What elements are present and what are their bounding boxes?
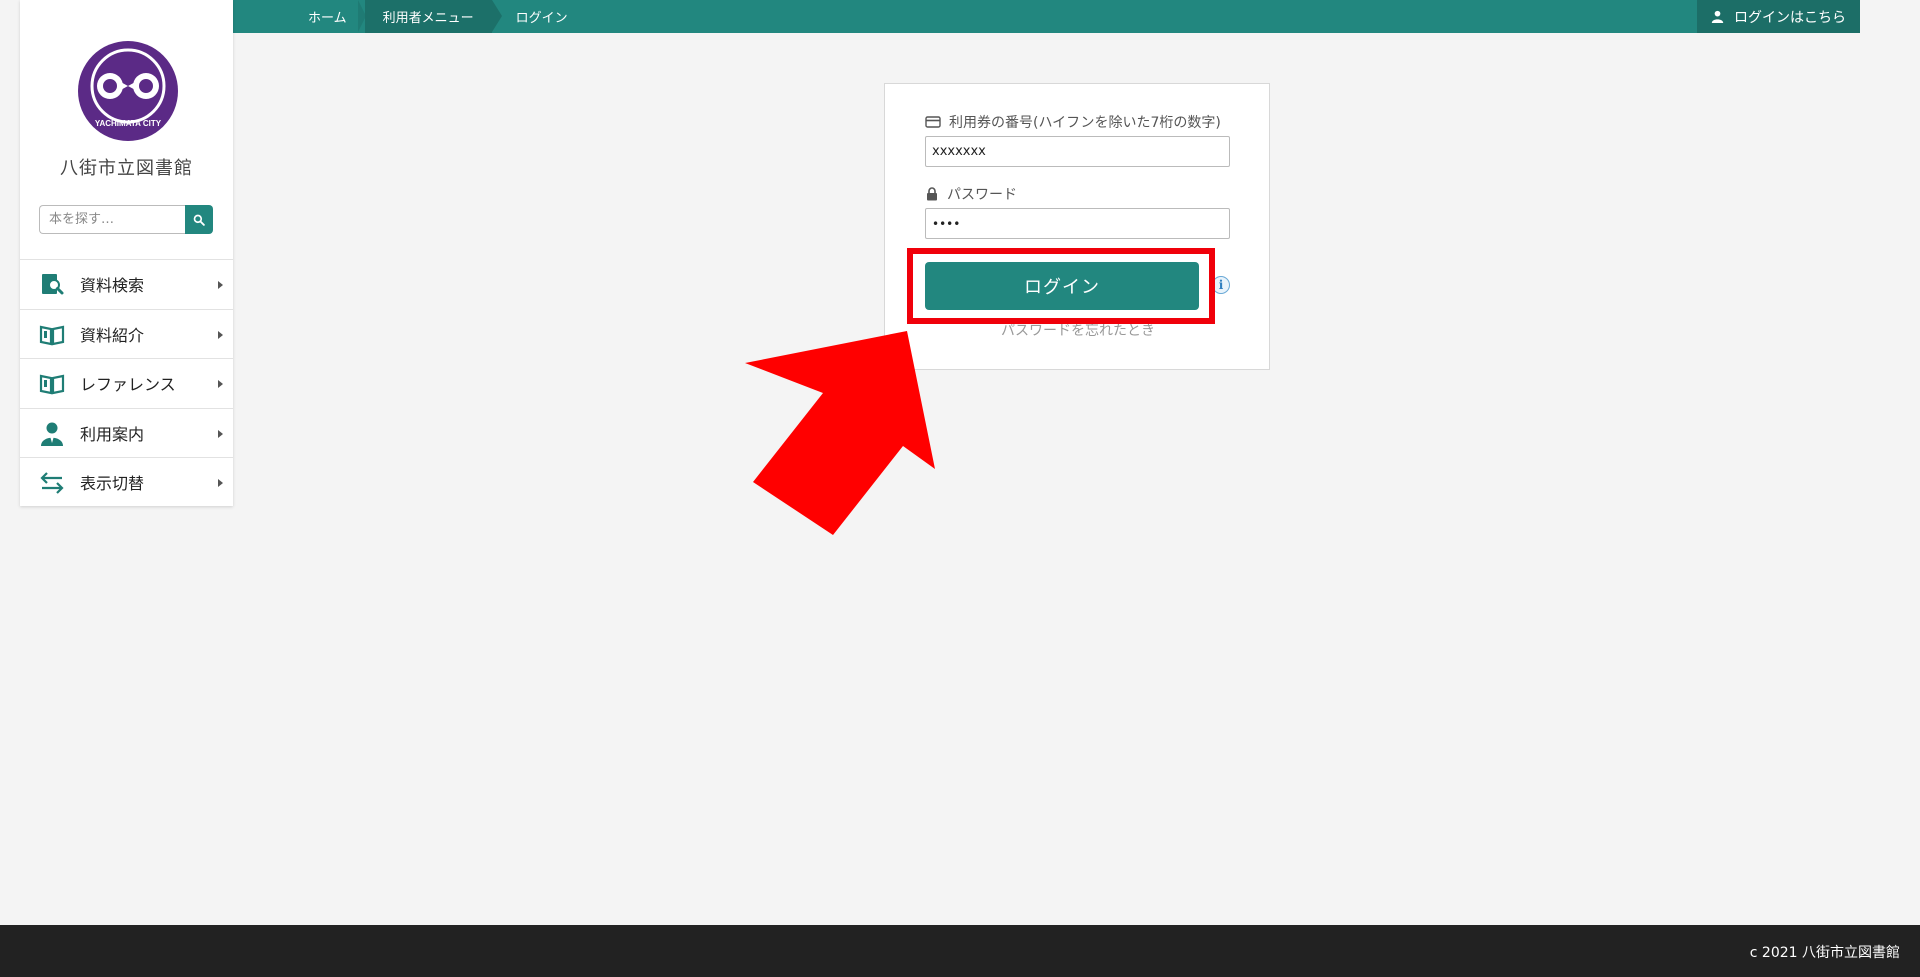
- breadcrumb-home[interactable]: ホーム: [290, 0, 366, 33]
- caret-right-icon: [218, 380, 223, 388]
- search-icon: [193, 214, 205, 226]
- pointer-arrow-icon: [745, 331, 935, 535]
- credit-card-icon: [925, 116, 941, 128]
- password-label: パスワード: [925, 184, 1017, 204]
- sidebar-item-usage-guide[interactable]: 利用案内: [20, 407, 233, 458]
- breadcrumb: ホーム 利用者メニュー ログイン: [290, 0, 586, 33]
- sidebar-item-material-intro[interactable]: 資料紹介: [20, 308, 233, 359]
- caret-right-icon: [218, 479, 223, 487]
- card-number-label: 利用券の番号(ハイフンを除いた7桁の数字): [925, 112, 1221, 132]
- city-logo[interactable]: YACHIMATA CITY: [77, 40, 179, 142]
- caret-right-icon: [218, 330, 223, 339]
- library-name: 八街市立図書館: [60, 158, 193, 179]
- document-search-icon: [42, 274, 64, 295]
- sidebar-item-reference[interactable]: レファレンス: [20, 358, 233, 408]
- sidebar-item-label: 利用案内: [80, 424, 145, 444]
- sidebar-item-label: 表示切替: [80, 474, 145, 494]
- open-book-icon: [39, 374, 65, 395]
- caret-right-icon: [218, 281, 223, 289]
- search-box: [39, 205, 213, 234]
- breadcrumb-login: ログイン: [515, 11, 568, 26]
- password-input[interactable]: ••••: [925, 208, 1230, 239]
- open-book-icon: [39, 325, 65, 345]
- top-bar: ホーム 利用者メニュー ログイン ログインはこちら: [0, 0, 1920, 33]
- login-link-label: ログインはこちら: [1734, 9, 1846, 26]
- login-link[interactable]: ログインはこちら: [1697, 0, 1860, 33]
- person-icon: [41, 422, 63, 446]
- sidebar: YACHIMATA CITY 八街市立図書館 資料検索: [20, 0, 233, 506]
- sidebar-item-label: レファレンス: [80, 375, 176, 395]
- logo-text: YACHIMATA CITY: [95, 119, 162, 128]
- sidebar-item-display-switch[interactable]: 表示切替: [20, 457, 233, 507]
- highlight-box: [907, 248, 1215, 324]
- swap-arrows-icon: [40, 472, 64, 494]
- copyright-text: c 2021 八街市立図書館: [1749, 945, 1900, 961]
- sidebar-item-label: 資料紹介: [80, 325, 145, 345]
- card-number-input[interactable]: xxxxxxx: [925, 136, 1230, 167]
- breadcrumb-user-menu[interactable]: 利用者メニュー: [364, 0, 502, 33]
- lock-icon: [927, 187, 937, 201]
- caret-right-icon: [218, 429, 223, 438]
- search-input[interactable]: [39, 205, 185, 234]
- person-icon: [1711, 10, 1724, 23]
- footer: c 2021 八街市立図書館: [0, 925, 1920, 977]
- sidebar-item-material-search[interactable]: 資料検索: [20, 259, 233, 309]
- sidebar-item-label: 資料検索: [80, 276, 145, 296]
- search-button[interactable]: [185, 205, 213, 234]
- sidebar-menu: 資料検索 資料紹介 レファレンス 利用案内 表示切替: [20, 259, 233, 507]
